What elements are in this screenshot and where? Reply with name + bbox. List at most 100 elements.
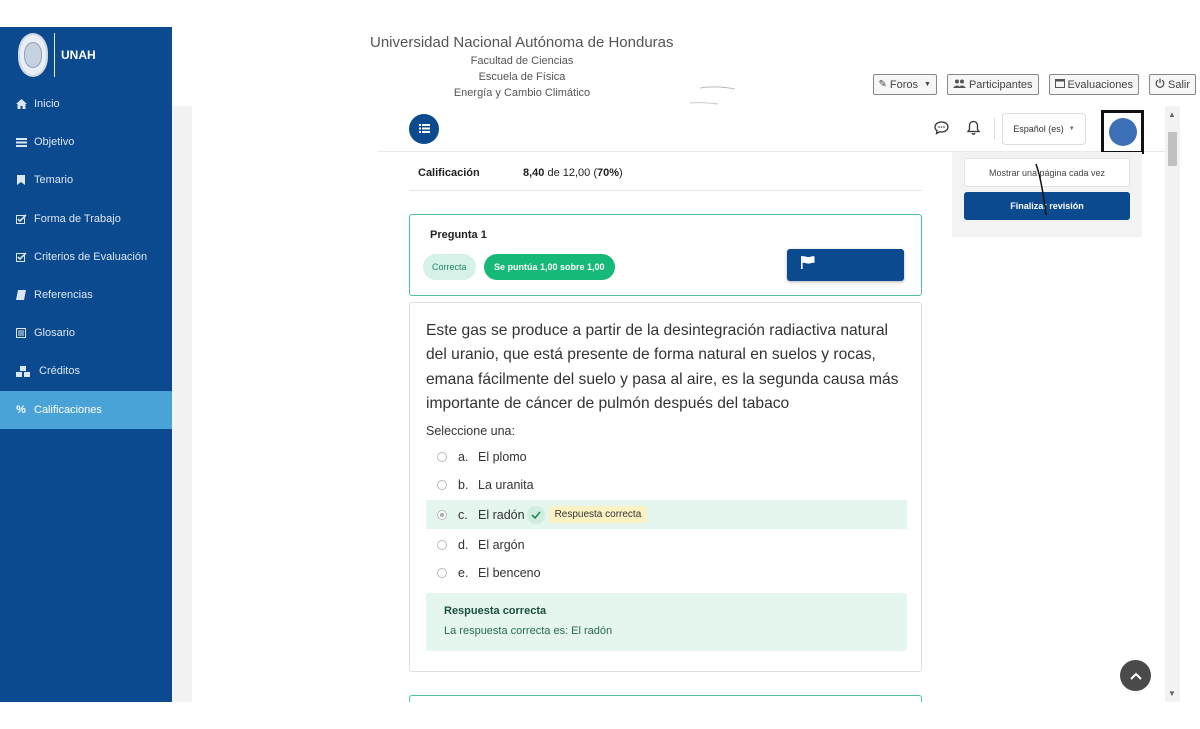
sidebar-item-criterios[interactable]: Criterios de Evaluación xyxy=(0,238,172,276)
flag-question-button[interactable] xyxy=(787,249,904,281)
header-toolbar: ✎ Foros ▼ Participantes Evaluaciones Sal… xyxy=(872,74,1196,95)
sidebar-item-label: Forma de Trabajo xyxy=(34,212,121,225)
answer-letter: b. xyxy=(458,478,469,492)
grade-value: 8,40 de 12,00 (70%) xyxy=(523,167,623,179)
answer-text: El argón xyxy=(478,538,525,552)
salir-button[interactable]: Salir xyxy=(1148,74,1196,95)
header-faculty: Facultad de Ciencias xyxy=(470,55,574,67)
answer-option-d[interactable]: d. El argón xyxy=(426,531,907,559)
scroll-up-arrow-icon[interactable]: ▲ xyxy=(1168,110,1176,119)
sidebar-item-temario[interactable]: Temario xyxy=(0,161,172,199)
check-icon xyxy=(526,505,545,524)
sidebar-item-referencias[interactable]: Referencias xyxy=(0,276,172,314)
answer-text: La uranita xyxy=(478,478,534,492)
answer-option-a[interactable]: a. El plomo xyxy=(426,443,907,471)
radio-button[interactable] xyxy=(437,568,447,578)
status-badge: Correcta xyxy=(423,254,476,280)
answer-option-b[interactable]: b. La uranita xyxy=(426,471,907,499)
index-list-icon xyxy=(418,120,430,138)
user-menu[interactable] xyxy=(1101,110,1144,154)
language-selector[interactable]: Español (es) ▼ xyxy=(1002,113,1086,145)
header-course: Energía y Cambio Climático xyxy=(453,87,591,99)
answer-letter: a. xyxy=(458,450,469,464)
grade-summary-row: Calificación 8,40 de 12,00 (70%) xyxy=(409,155,922,191)
notifications-bell-icon[interactable] xyxy=(966,120,981,140)
grade-of-text: de 12,00 ( xyxy=(544,167,598,179)
answer-letter: d. xyxy=(458,538,469,552)
list-icon xyxy=(15,136,27,148)
sidebar-nav: Inicio Objetivo Temario Forma de Trabajo… xyxy=(0,85,172,429)
home-icon xyxy=(15,98,27,110)
brand[interactable]: UNAH xyxy=(0,27,172,83)
participantes-button[interactable]: Participantes xyxy=(946,74,1039,95)
scroll-down-arrow-icon[interactable]: ▼ xyxy=(1168,689,1176,698)
answer-option-e[interactable]: e. El benceno xyxy=(426,559,907,587)
avatar xyxy=(1108,118,1137,146)
grade-label: Calificación xyxy=(418,167,480,179)
forum-icon: ✎ xyxy=(878,79,887,90)
users-icon xyxy=(952,79,966,91)
glossary-icon xyxy=(15,327,27,339)
book-icon xyxy=(15,289,27,301)
language-label: Español (es) xyxy=(1013,124,1064,134)
page: UNAH Inicio Objetivo Temario Forma de Tr… xyxy=(0,0,1200,729)
caret-down-icon: ▼ xyxy=(924,81,931,88)
participantes-label: Participantes xyxy=(968,78,1033,91)
back-to-top-button[interactable] xyxy=(1120,660,1151,691)
answer-letter: c. xyxy=(458,507,468,522)
power-icon xyxy=(1155,78,1165,91)
answer-letter: e. xyxy=(458,566,469,580)
top-navbar: Español (es) ▼ xyxy=(378,106,1165,154)
sidebar-item-label: Créditos xyxy=(39,365,80,378)
bookmark-icon xyxy=(15,174,27,186)
header-school: Escuela de Física xyxy=(478,71,566,83)
sidebar-item-creditos[interactable]: Créditos xyxy=(0,352,172,390)
university-seal-logo xyxy=(18,33,48,77)
question-content-card: Este gas se produce a partir de la desin… xyxy=(409,302,922,672)
navbar-divider xyxy=(994,118,995,140)
check-square-icon xyxy=(15,251,27,263)
radio-button[interactable] xyxy=(437,480,447,490)
grade-close: ) xyxy=(619,167,623,179)
finish-review-button[interactable]: Finalizar revisión xyxy=(964,192,1130,220)
grade-percent: 70% xyxy=(597,167,620,179)
sidebar-item-objetivo[interactable]: Objetivo xyxy=(0,123,172,161)
sidebar-item-calificaciones[interactable]: % Calificaciones xyxy=(0,390,172,429)
evaluaciones-label: Evaluaciones xyxy=(1067,78,1133,91)
foros-label: Foros xyxy=(889,78,919,91)
sidebar-item-glosario[interactable]: Glosario xyxy=(0,314,172,352)
content-gutter xyxy=(172,106,192,702)
cubes-icon xyxy=(15,365,31,377)
points-badge: Se puntúa 1,00 sobre 1,00 xyxy=(484,254,615,280)
foros-button[interactable]: ✎ Foros ▼ xyxy=(872,74,937,95)
flag-icon xyxy=(801,256,815,274)
salir-label: Salir xyxy=(1167,78,1190,91)
sidebar-item-label: Inicio xyxy=(34,98,60,111)
feedback-box: Respuesta correcta La respuesta correcta… xyxy=(426,593,907,651)
radio-button[interactable] xyxy=(437,540,447,550)
sidebar-item-label: Glosario xyxy=(34,327,75,340)
sidebar-item-label: Referencias xyxy=(34,289,93,302)
feedback-title: Respuesta correcta xyxy=(444,605,547,617)
sidebar-item-inicio[interactable]: Inicio xyxy=(0,85,172,123)
sidebar: UNAH Inicio Objetivo Temario Forma de Tr… xyxy=(0,27,172,702)
next-question-card xyxy=(409,695,922,702)
answer-text: El plomo xyxy=(478,450,527,464)
answer-option-c[interactable]: c. El radón Respuesta correcta xyxy=(426,500,907,529)
answer-text: El benceno xyxy=(478,566,541,580)
page-header-title: Universidad Nacional Autónoma de Hondura… xyxy=(370,34,674,51)
show-one-page-link[interactable]: Mostrar una página cada vez xyxy=(964,158,1130,187)
answer-list: a. El plomo b. La uranita c. El radón Re… xyxy=(426,443,907,587)
sidebar-item-forma-de-trabajo[interactable]: Forma de Trabajo xyxy=(0,200,172,238)
scrollbar-thumb[interactable] xyxy=(1168,132,1177,166)
radio-button[interactable] xyxy=(437,452,447,462)
messages-icon[interactable] xyxy=(934,121,949,140)
sidebar-item-label: Objetivo xyxy=(34,136,75,149)
brand-name: UNAH xyxy=(61,48,96,62)
answer-prompt: Seleccione una: xyxy=(426,424,515,438)
page-scrollbar[interactable]: ▲ ▼ xyxy=(1165,106,1180,702)
evaluaciones-button[interactable]: Evaluaciones xyxy=(1048,74,1139,95)
grade-score: 8,40 xyxy=(523,167,545,179)
drawer-toggle-button[interactable] xyxy=(409,114,439,144)
radio-button-selected[interactable] xyxy=(437,509,447,520)
